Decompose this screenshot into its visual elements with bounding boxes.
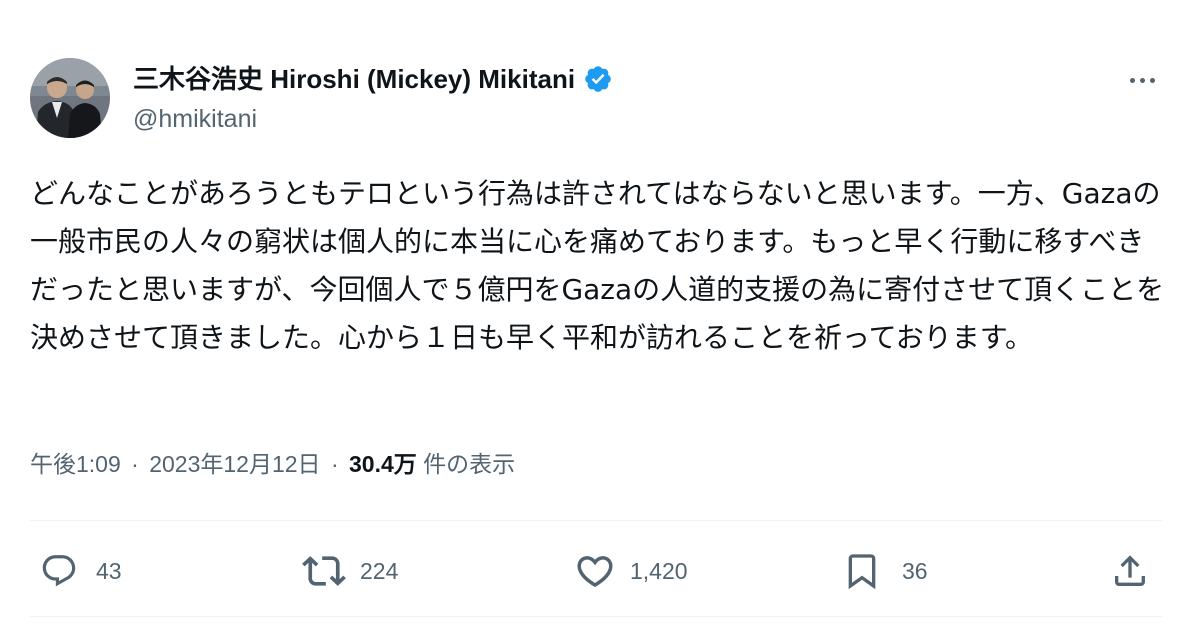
more-dot-icon	[1139, 77, 1145, 83]
bookmark-icon	[848, 554, 876, 590]
heart-icon	[577, 556, 613, 588]
divider	[30, 520, 1162, 521]
more-dot-icon	[1149, 77, 1155, 83]
author-block: 三木谷浩史 Hiroshi (Mickey) Mikitani @hmikita…	[133, 60, 613, 138]
retweet-count: 224	[360, 557, 399, 584]
action-bar: 43 224 1,420 36	[30, 540, 1162, 602]
more-options-button[interactable]	[1122, 62, 1162, 98]
reply-icon	[42, 555, 76, 587]
meta-separator: ·	[131, 451, 139, 477]
tweet-time[interactable]: 午後1:09	[30, 451, 121, 477]
reply-button[interactable]: 43	[40, 540, 122, 602]
verified-badge-icon[interactable]	[583, 64, 613, 94]
like-count: 1,420	[630, 557, 688, 584]
tweet-text: どんなことがあろうともテロという行為は許されてはならないと思います。一方、Gaz…	[30, 177, 1165, 354]
views-label: 件の表示	[423, 451, 516, 477]
views-count[interactable]: 30.4万	[349, 451, 417, 477]
tweet-meta: 午後1:09 · 2023年12月12日 · 30.4万 件の表示	[30, 444, 515, 484]
retweet-button[interactable]: 224	[302, 540, 398, 602]
author-display-name[interactable]: 三木谷浩史 Hiroshi (Mickey) Mikitani	[133, 60, 575, 98]
tweet-card: 三木谷浩史 Hiroshi (Mickey) Mikitani @hmikita…	[0, 0, 1192, 640]
tweet-date[interactable]: 2023年12月12日	[149, 451, 320, 477]
divider	[30, 616, 1162, 617]
author-handle[interactable]: @hmikitani	[133, 100, 613, 138]
author-name-row: 三木谷浩史 Hiroshi (Mickey) Mikitani	[133, 60, 613, 98]
meta-separator: ·	[330, 451, 339, 477]
share-icon	[1115, 555, 1145, 586]
bookmark-button[interactable]: 36	[842, 540, 928, 602]
avatar[interactable]	[30, 58, 110, 138]
reply-count: 43	[96, 557, 122, 584]
like-button[interactable]: 1,420	[574, 540, 688, 602]
more-dot-icon	[1129, 77, 1135, 83]
avatar-photo-icon	[30, 58, 110, 138]
bookmark-count: 36	[902, 557, 928, 584]
retweet-icon	[302, 556, 346, 586]
share-button[interactable]	[1110, 540, 1150, 602]
